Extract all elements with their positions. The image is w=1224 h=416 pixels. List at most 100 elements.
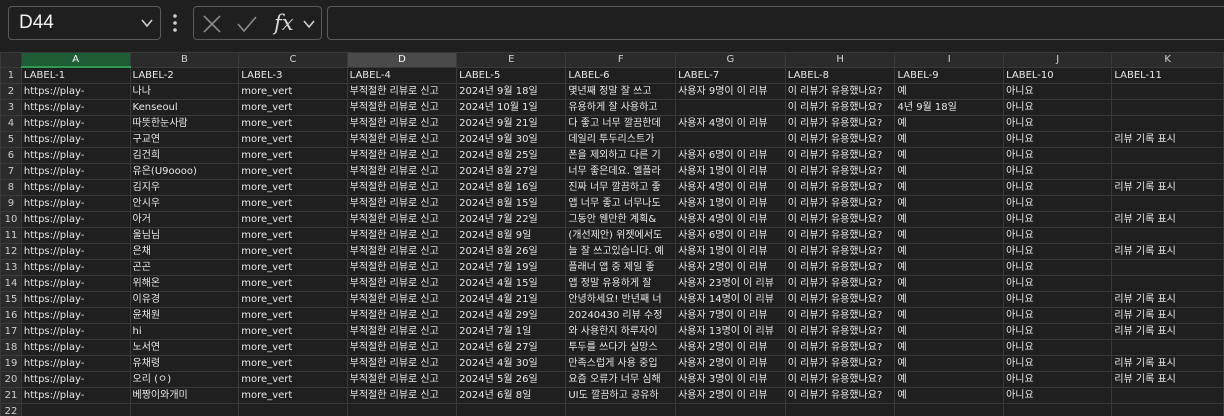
select-all-corner[interactable]: [0, 52, 22, 68]
row-header[interactable]: 3: [0, 99, 22, 116]
cell-j8[interactable]: 아니요: [1003, 179, 1113, 196]
cell-h11[interactable]: 이 리뷰가 유용했나요?: [784, 227, 896, 244]
cell-e21[interactable]: 2024년 6월 8일: [456, 387, 567, 404]
cell-i8[interactable]: 예: [894, 179, 1005, 196]
cell-g12[interactable]: 사용자 1명이 이 리뷰: [675, 243, 786, 260]
cell-c12[interactable]: more_vert: [238, 243, 348, 260]
cell-h21[interactable]: 이 리뷰가 유용했나요?: [784, 387, 896, 404]
column-header-c[interactable]: C: [238, 52, 348, 68]
cell-b4[interactable]: 따뜻한눈사람: [129, 115, 240, 132]
cell-k21[interactable]: [1111, 387, 1224, 404]
cell-d19[interactable]: 부적절한 리뷰로 신고: [346, 355, 458, 372]
cell-i10[interactable]: 예: [894, 211, 1005, 228]
column-header-e[interactable]: E: [456, 52, 567, 68]
cell-f5[interactable]: 데일리 투두리스트가: [565, 131, 677, 148]
cell-i5[interactable]: 예: [894, 131, 1005, 148]
cell-i21[interactable]: 예: [894, 387, 1005, 404]
cell-h12[interactable]: 이 리뷰가 유용했나요?: [784, 243, 896, 260]
cell-j16[interactable]: 아니요: [1003, 307, 1113, 324]
cell-c13[interactable]: more_vert: [238, 259, 348, 276]
cell-a5[interactable]: https://play-: [20, 131, 131, 148]
cell-e10[interactable]: 2024년 7월 22일: [456, 211, 567, 228]
check-icon[interactable]: [236, 14, 258, 34]
cell-i1[interactable]: LABEL-9: [894, 66, 1005, 84]
cell-g19[interactable]: 사용자 2명이 이 리뷰: [675, 355, 786, 372]
cell-h1[interactable]: LABEL-8: [784, 66, 896, 84]
cell-k2[interactable]: [1111, 83, 1224, 100]
cell-i3[interactable]: 4년 9월 18일: [894, 99, 1005, 116]
cell-f4[interactable]: 다 좋고 너무 깔끔한데: [565, 115, 677, 132]
cell-c6[interactable]: more_vert: [238, 147, 348, 164]
cell-f15[interactable]: 안녕하세요! 반년째 너: [565, 291, 677, 308]
cell-e2[interactable]: 2024년 9월 18일: [456, 83, 567, 100]
cell-b7[interactable]: 유은(U9oooo): [129, 163, 240, 180]
cell-i4[interactable]: 예: [894, 115, 1005, 132]
cell-g16[interactable]: 사용자 7명이 이 리뷰: [675, 307, 786, 324]
cell-c7[interactable]: more_vert: [238, 163, 348, 180]
cell-h4[interactable]: 이 리뷰가 유용했나요?: [784, 115, 896, 132]
cell-e18[interactable]: 2024년 6월 27일: [456, 339, 567, 356]
cell-i16[interactable]: 예: [894, 307, 1005, 324]
cell-a14[interactable]: https://play-: [20, 275, 131, 292]
cell-e11[interactable]: 2024년 8월 9일: [456, 227, 567, 244]
cell-j9[interactable]: 아니요: [1003, 195, 1113, 212]
cell-i20[interactable]: 예: [894, 371, 1005, 388]
cell-i18[interactable]: 예: [894, 339, 1005, 356]
cell-e13[interactable]: 2024년 7월 19일: [456, 259, 567, 276]
cell-k18[interactable]: [1111, 339, 1224, 356]
cell-d2[interactable]: 부적절한 리뷰로 신고: [346, 83, 458, 100]
cell-a21[interactable]: https://play-: [20, 387, 131, 404]
cell-e12[interactable]: 2024년 8월 26일: [456, 243, 567, 260]
cell-b22[interactable]: [129, 403, 240, 416]
cell-b5[interactable]: 구교연: [129, 131, 240, 148]
cell-j4[interactable]: 아니요: [1003, 115, 1113, 132]
name-box[interactable]: D44: [8, 6, 161, 40]
cell-b3[interactable]: Kenseoul: [129, 99, 240, 116]
cell-c22[interactable]: [238, 403, 348, 416]
cell-d14[interactable]: 부적절한 리뷰로 신고: [346, 275, 458, 292]
cell-k17[interactable]: 리뷰 기록 표시: [1111, 323, 1224, 340]
cell-h10[interactable]: 이 리뷰가 유용했나요?: [784, 211, 896, 228]
cell-k6[interactable]: [1111, 147, 1224, 164]
cell-k11[interactable]: [1111, 227, 1224, 244]
row-header[interactable]: 14: [0, 275, 22, 292]
cell-j3[interactable]: 아니요: [1003, 99, 1113, 116]
row-header[interactable]: 21: [0, 387, 22, 404]
cell-k16[interactable]: 리뷰 기록 표시: [1111, 307, 1224, 324]
cell-k19[interactable]: 리뷰 기록 표시: [1111, 355, 1224, 372]
cell-g22[interactable]: [675, 403, 786, 416]
cell-k14[interactable]: [1111, 275, 1224, 292]
cell-g3[interactable]: [675, 99, 786, 116]
cell-d18[interactable]: 부적절한 리뷰로 신고: [346, 339, 458, 356]
cell-c2[interactable]: more_vert: [238, 83, 348, 100]
cell-c8[interactable]: more_vert: [238, 179, 348, 196]
cell-i2[interactable]: 예: [894, 83, 1005, 100]
cell-d12[interactable]: 부적절한 리뷰로 신고: [346, 243, 458, 260]
row-header[interactable]: 8: [0, 179, 22, 196]
close-icon[interactable]: [202, 14, 222, 34]
cell-d7[interactable]: 부적절한 리뷰로 신고: [346, 163, 458, 180]
cell-a16[interactable]: https://play-: [20, 307, 131, 324]
column-header-a[interactable]: A: [20, 52, 131, 68]
cell-a19[interactable]: https://play-: [20, 355, 131, 372]
cell-h15[interactable]: 이 리뷰가 유용했나요?: [784, 291, 896, 308]
cell-h20[interactable]: 이 리뷰가 유용했나요?: [784, 371, 896, 388]
cell-k4[interactable]: [1111, 115, 1224, 132]
cell-d9[interactable]: 부적절한 리뷰로 신고: [346, 195, 458, 212]
cell-j19[interactable]: 아니요: [1003, 355, 1113, 372]
cell-h8[interactable]: 이 리뷰가 유용했나요?: [784, 179, 896, 196]
cell-d4[interactable]: 부적절한 리뷰로 신고: [346, 115, 458, 132]
cell-k22[interactable]: [1111, 403, 1224, 416]
cell-b21[interactable]: 베짱이와개미: [129, 387, 240, 404]
cell-g13[interactable]: 사용자 2명이 이 리뷰: [675, 259, 786, 276]
cell-g1[interactable]: LABEL-7: [675, 66, 786, 84]
cell-g17[interactable]: 사용자 13명이 이 리뷰: [675, 323, 786, 340]
column-header-f[interactable]: F: [565, 52, 677, 68]
cell-d16[interactable]: 부적절한 리뷰로 신고: [346, 307, 458, 324]
cell-f16[interactable]: 20240430 리뷰 수정: [565, 307, 677, 324]
cell-h9[interactable]: 이 리뷰가 유용했나요?: [784, 195, 896, 212]
row-header[interactable]: 10: [0, 211, 22, 228]
cell-h13[interactable]: 이 리뷰가 유용했나요?: [784, 259, 896, 276]
column-header-h[interactable]: H: [784, 52, 896, 68]
cell-g14[interactable]: 사용자 23명이 이 리뷰: [675, 275, 786, 292]
